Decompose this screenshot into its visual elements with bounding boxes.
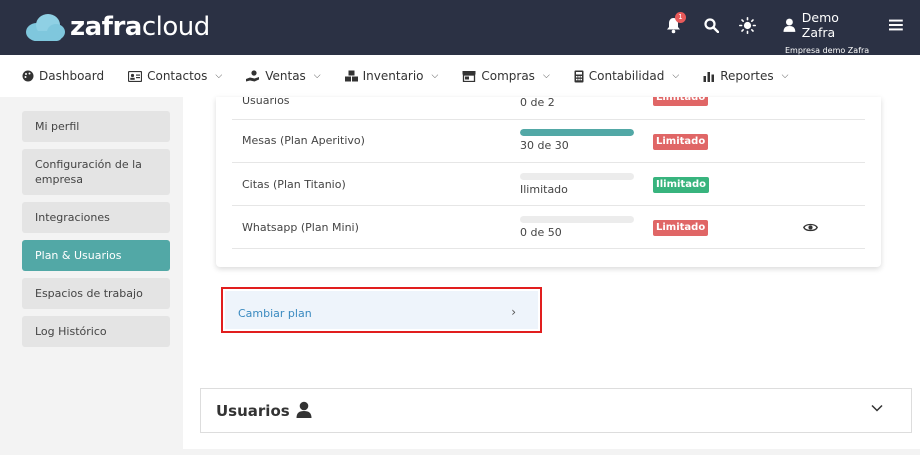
chevron-down-icon[interactable] xyxy=(871,404,883,412)
change-plan-button[interactable]: Cambiar plan › xyxy=(221,287,542,333)
nav-contactos-label: Contactos xyxy=(147,69,208,83)
progress-bar xyxy=(520,129,634,136)
user-icon xyxy=(783,18,796,32)
users-accordion[interactable]: Usuarios xyxy=(200,388,912,433)
progress-bar xyxy=(520,173,634,180)
theme-toggle-button[interactable] xyxy=(738,14,756,36)
sun-icon xyxy=(738,16,756,34)
sidebar-item-configuracion-empresa[interactable]: Configuración de la empresa xyxy=(22,149,170,195)
limit-row: Citas (Plan Titanio) Ilimitado Ilimitado xyxy=(232,163,865,206)
chevron-right-icon: › xyxy=(511,305,516,319)
nav-inventario-label: Inventario xyxy=(362,69,424,83)
limit-row: Mesas (Plan Aperitivo) 30 de 30 Limitado xyxy=(232,120,865,163)
palette-icon xyxy=(22,70,34,82)
logo-text: zafracloud xyxy=(70,12,210,42)
cloud-logo-icon xyxy=(26,14,65,41)
limit-label: Citas (Plan Titanio) xyxy=(242,178,346,191)
limit-row: Usuarios 0 de 2 Limitado xyxy=(232,97,865,120)
progress-bar xyxy=(520,216,634,223)
chevron-down-icon: ⌵ xyxy=(431,71,439,81)
chevron-down-icon: ⌵ xyxy=(215,71,223,81)
bar-chart-icon xyxy=(703,71,715,82)
sidebar-item-integraciones[interactable]: Integraciones xyxy=(22,202,170,233)
chevron-down-icon: ⌵ xyxy=(781,71,789,81)
limit-count: 0 de 50 xyxy=(520,226,562,239)
sidebar-item-espacios-trabajo[interactable]: Espacios de trabajo xyxy=(22,278,170,309)
limit-label: Whatsapp (Plan Mini) xyxy=(242,221,359,234)
address-card-icon xyxy=(128,70,143,82)
notification-count-badge: 1 xyxy=(675,12,686,23)
limit-count: Ilimitado xyxy=(520,183,568,196)
limit-count: 0 de 2 xyxy=(520,97,555,109)
nav-reportes-label: Reportes xyxy=(720,69,774,83)
user-menu[interactable]: Demo Zafra Empresa demo Zafra xyxy=(783,10,903,55)
change-plan-label: Cambiar plan xyxy=(238,307,312,320)
users-section-title: Usuarios xyxy=(216,402,290,420)
status-badge: Limitado xyxy=(653,97,709,106)
nav-dashboard-label: Dashboard xyxy=(39,69,105,83)
nav-contactos[interactable]: Contactos ⌵ xyxy=(128,69,222,83)
settings-sidebar: Mi perfil Configuración de la empresa In… xyxy=(22,111,170,354)
progress-fill xyxy=(520,129,634,136)
hand-holding-dollar-icon xyxy=(246,70,260,82)
limit-count: 30 de 30 xyxy=(520,139,569,152)
nav-reportes[interactable]: Reportes ⌵ xyxy=(703,69,788,83)
nav-contabilidad[interactable]: Contabilidad ⌵ xyxy=(574,69,679,83)
sidebar-item-mi-perfil[interactable]: Mi perfil xyxy=(22,111,170,142)
eye-icon[interactable] xyxy=(803,222,818,233)
user-name: Demo Zafra xyxy=(801,10,839,40)
nav-contabilidad-label: Contabilidad xyxy=(588,69,665,83)
plan-limits-card: Usuarios 0 de 2 Limitado Mesas (Plan Ape… xyxy=(216,97,881,267)
store-icon xyxy=(462,71,476,82)
nav-compras-label: Compras xyxy=(481,69,535,83)
status-badge: Ilimitado xyxy=(653,177,709,193)
limit-label: Mesas (Plan Aperitivo) xyxy=(242,134,365,147)
status-badge: Limitado xyxy=(653,134,709,150)
zafracloud-logo[interactable]: zafracloud xyxy=(24,12,210,42)
calculator-icon xyxy=(574,70,584,82)
nav-dashboard[interactable]: Dashboard xyxy=(22,69,104,83)
search-icon xyxy=(703,17,719,33)
user-icon xyxy=(296,401,312,418)
limit-row: Whatsapp (Plan Mini) 0 de 50 Limitado xyxy=(232,206,865,249)
nav-inventario[interactable]: Inventario ⌵ xyxy=(344,69,439,83)
search-button[interactable] xyxy=(702,14,720,36)
boxes-icon xyxy=(344,70,358,82)
status-badge: Limitado xyxy=(653,220,709,236)
main-nav: Dashboard Contactos ⌵ Ventas ⌵ Inventari… xyxy=(0,55,920,97)
top-header: zafracloud 1 Demo Zafra Empresa demo Zaf… xyxy=(0,0,920,55)
nav-ventas[interactable]: Ventas ⌵ xyxy=(246,69,321,83)
notifications-button[interactable]: 1 xyxy=(664,12,686,36)
chevron-down-icon: ⌵ xyxy=(313,71,321,81)
hamburger-menu-icon[interactable] xyxy=(889,19,903,31)
sidebar-item-log-historico[interactable]: Log Histórico xyxy=(22,316,170,347)
limit-label: Usuarios xyxy=(242,97,290,107)
chevron-down-icon: ⌵ xyxy=(672,71,680,81)
company-name: Empresa demo Zafra xyxy=(785,46,870,55)
chevron-down-icon: ⌵ xyxy=(542,71,550,81)
sidebar-item-plan-usuarios[interactable]: Plan & Usuarios xyxy=(22,240,170,271)
nav-compras[interactable]: Compras ⌵ xyxy=(462,69,550,83)
nav-ventas-label: Ventas xyxy=(265,69,306,83)
